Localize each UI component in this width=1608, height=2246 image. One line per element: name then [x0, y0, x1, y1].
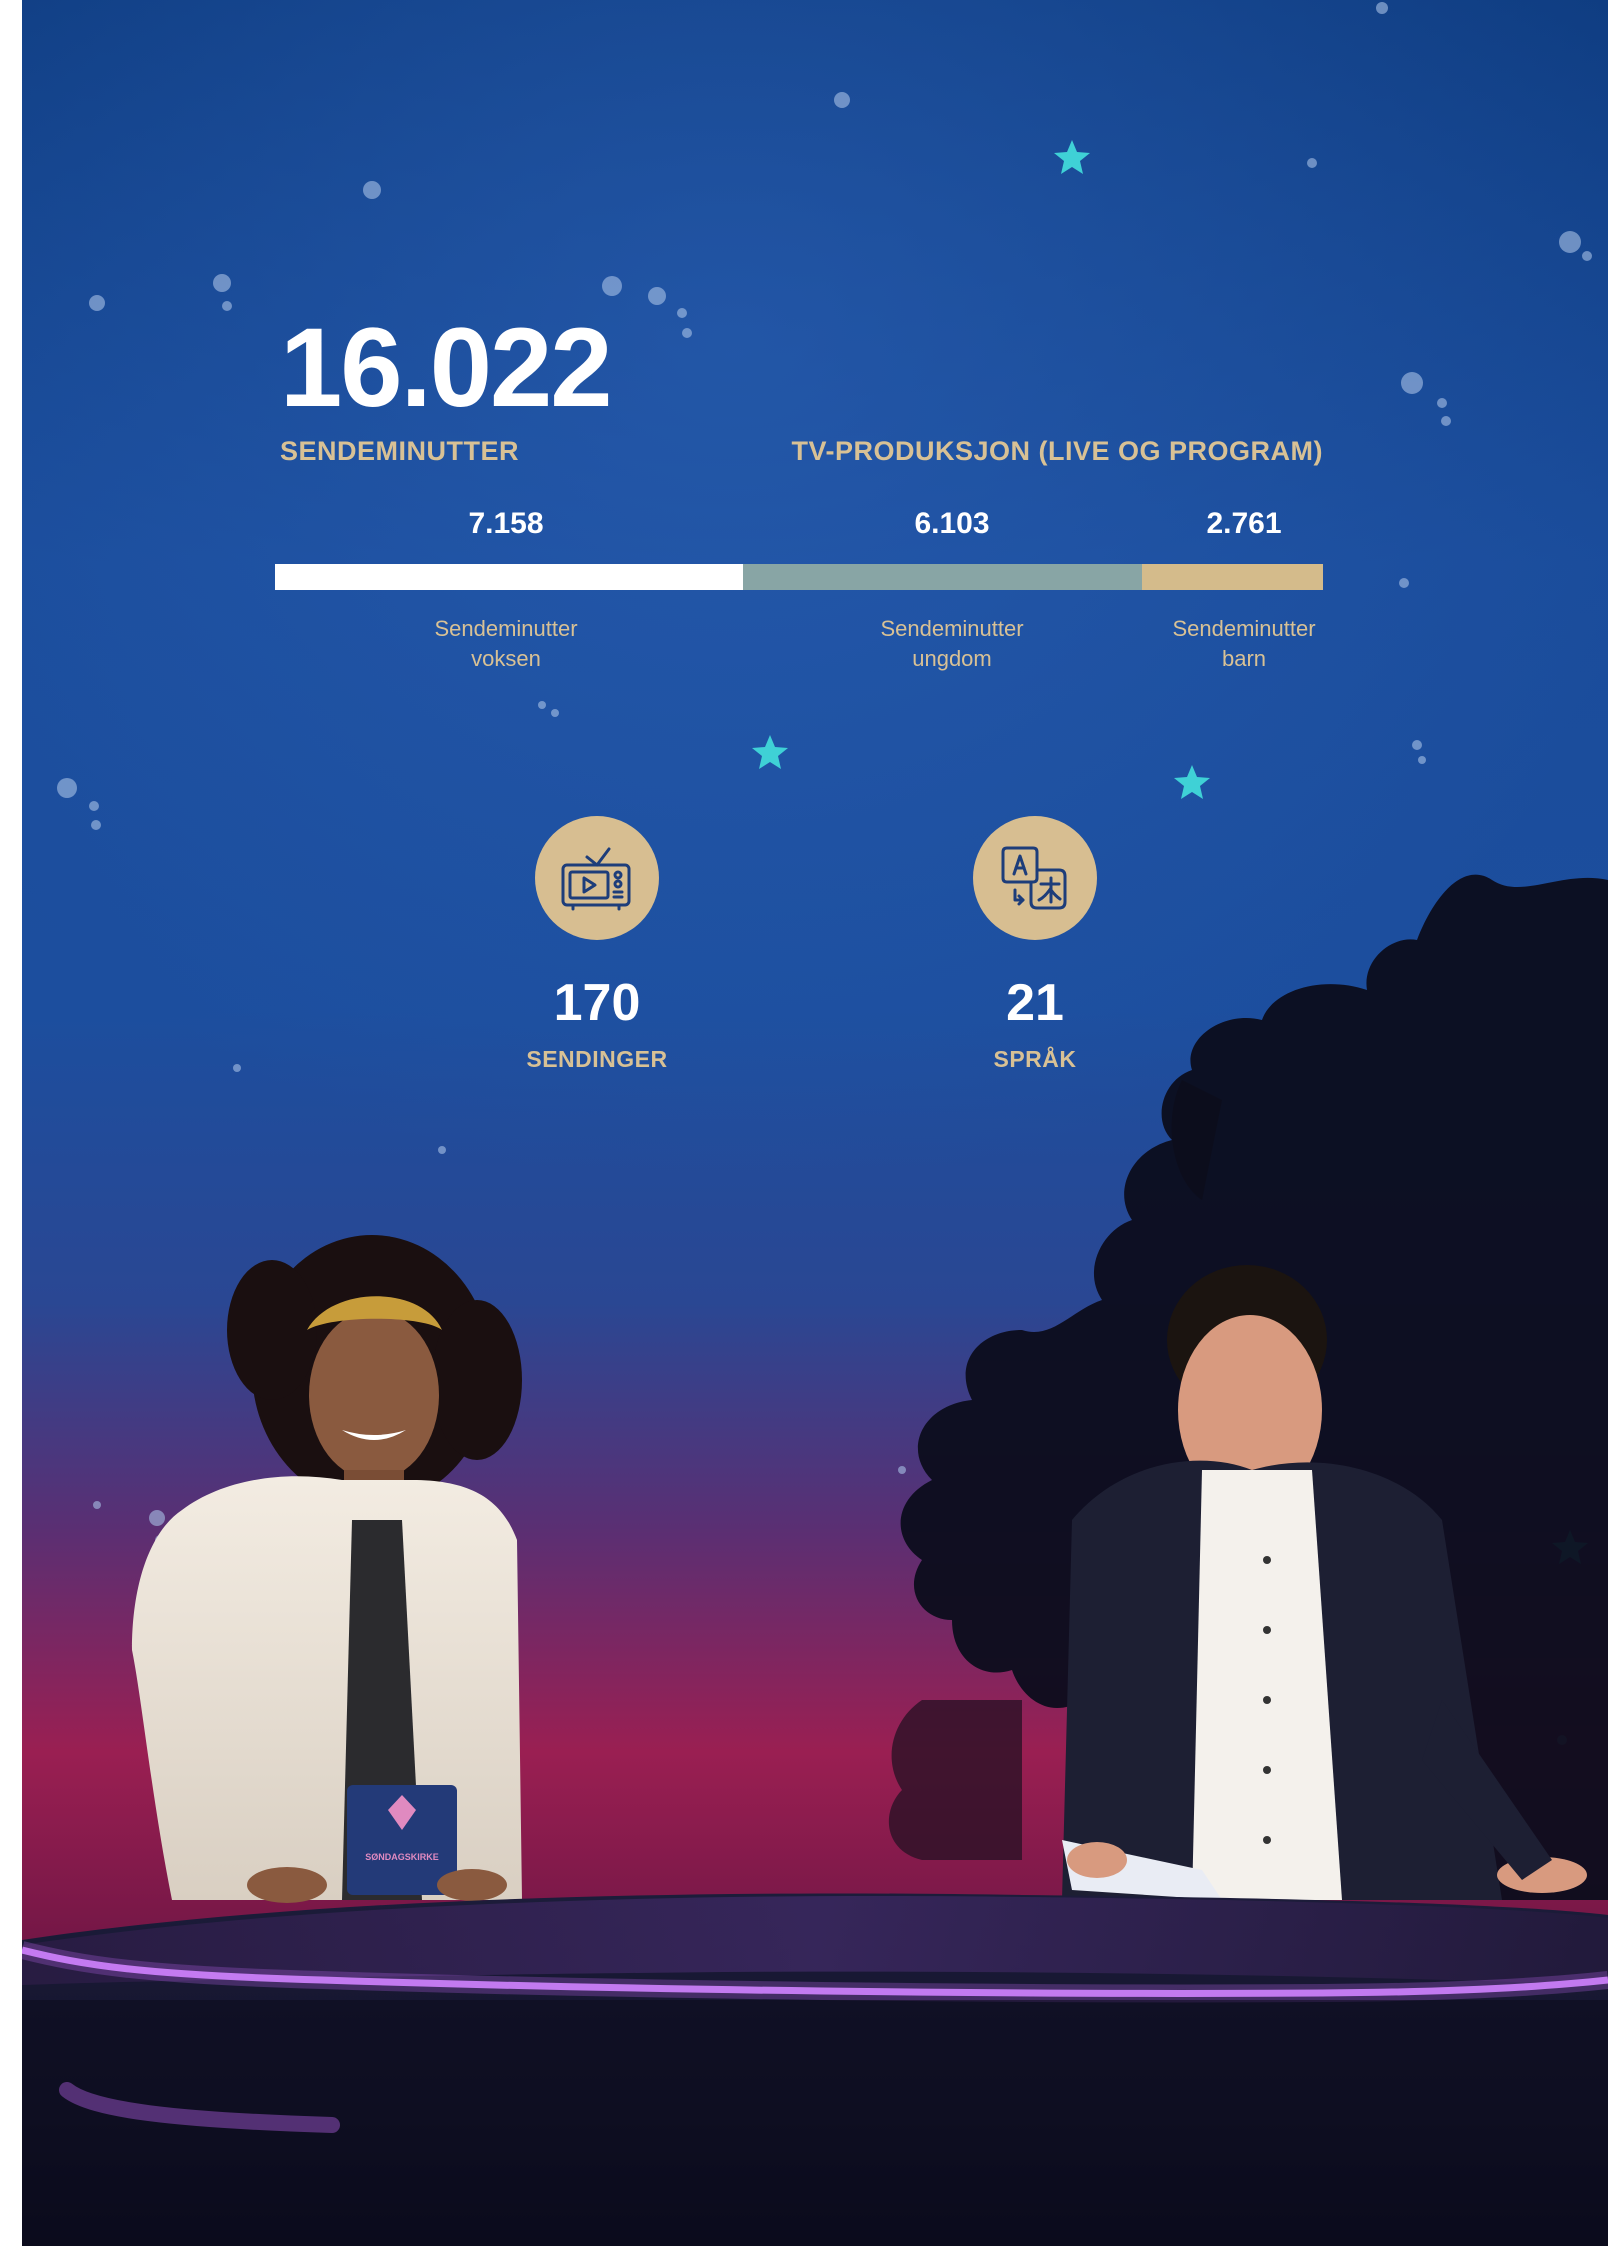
left-margin-strip — [0, 0, 22, 2246]
adult-caption-line1: Sendeminutter — [434, 616, 578, 641]
child-caption-line2: barn — [1221, 646, 1267, 671]
languages-value: 21 — [1006, 974, 1064, 1032]
adult-caption-line2: voksen — [471, 646, 541, 671]
minutes-stacked-bar — [275, 564, 1323, 590]
broadcasts-value: 170 — [553, 974, 641, 1032]
languages-label: SPRÅK — [993, 1046, 1077, 1072]
broadcasts-icon-circle — [535, 816, 659, 940]
bar-segment-child — [1142, 564, 1323, 590]
total-minutes-label: SENDEMINUTTER — [280, 436, 520, 466]
adult-caption: Sendeminutter voksen — [396, 614, 616, 674]
translate-icon — [1001, 846, 1067, 910]
tv-play-icon — [561, 847, 631, 911]
languages-icon-circle — [973, 816, 1097, 940]
youth-minutes-value: 6.103 — [914, 507, 990, 540]
bar-segment-youth — [743, 564, 1143, 590]
bar-segment-adult — [275, 564, 744, 590]
youth-caption-line1: Sendeminutter — [880, 616, 1024, 641]
youth-caption-line2: ungdom — [912, 646, 992, 671]
broadcasts-label: SENDINGER — [526, 1046, 668, 1072]
child-caption-line1: Sendeminutter — [1172, 616, 1316, 641]
desk-card-text: SØNDAGSKIRKE — [365, 1852, 439, 1862]
adult-minutes-value: 7.158 — [468, 507, 544, 540]
section-title: TV-PRODUKSJON (LIVE OG PROGRAM) — [791, 436, 1323, 466]
child-caption: Sendeminutter barn — [1134, 614, 1354, 674]
page: SØNDAGSKIRKE 16.022 SENDEMINUTTER TV-PRO… — [0, 0, 1608, 2246]
studio-background-photo: SØNDAGSKIRKE — [22, 0, 1608, 2246]
youth-caption: Sendeminutter ungdom — [842, 614, 1062, 674]
total-minutes-value: 16.022 — [280, 305, 613, 430]
child-minutes-value: 2.761 — [1206, 507, 1282, 540]
